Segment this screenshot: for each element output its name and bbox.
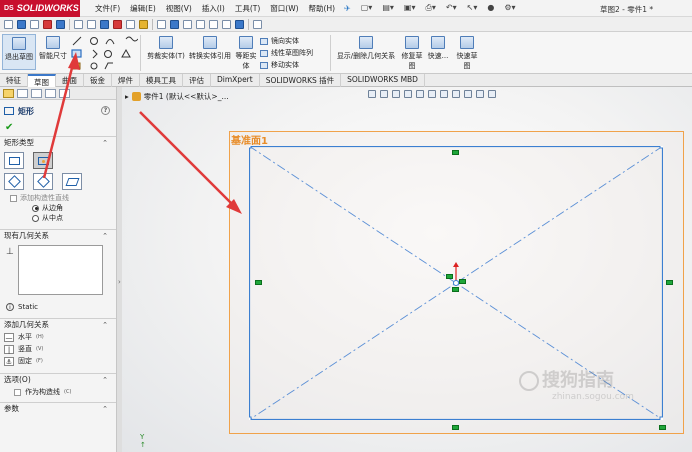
annotation-arrow: [42, 59, 76, 179]
watermark-url: zhinan.sogou.com: [552, 392, 634, 402]
annotation-arrow: [139, 111, 237, 209]
y-axis-arrow-icon: ↑: [140, 441, 146, 449]
y-axis-label: Y: [140, 433, 145, 441]
annotation-arrow-head: [68, 52, 80, 70]
axis-triad: Y ↑: [140, 433, 146, 449]
watermark: 搜狗指南: [519, 366, 614, 392]
sogou-logo-icon: [519, 371, 539, 391]
